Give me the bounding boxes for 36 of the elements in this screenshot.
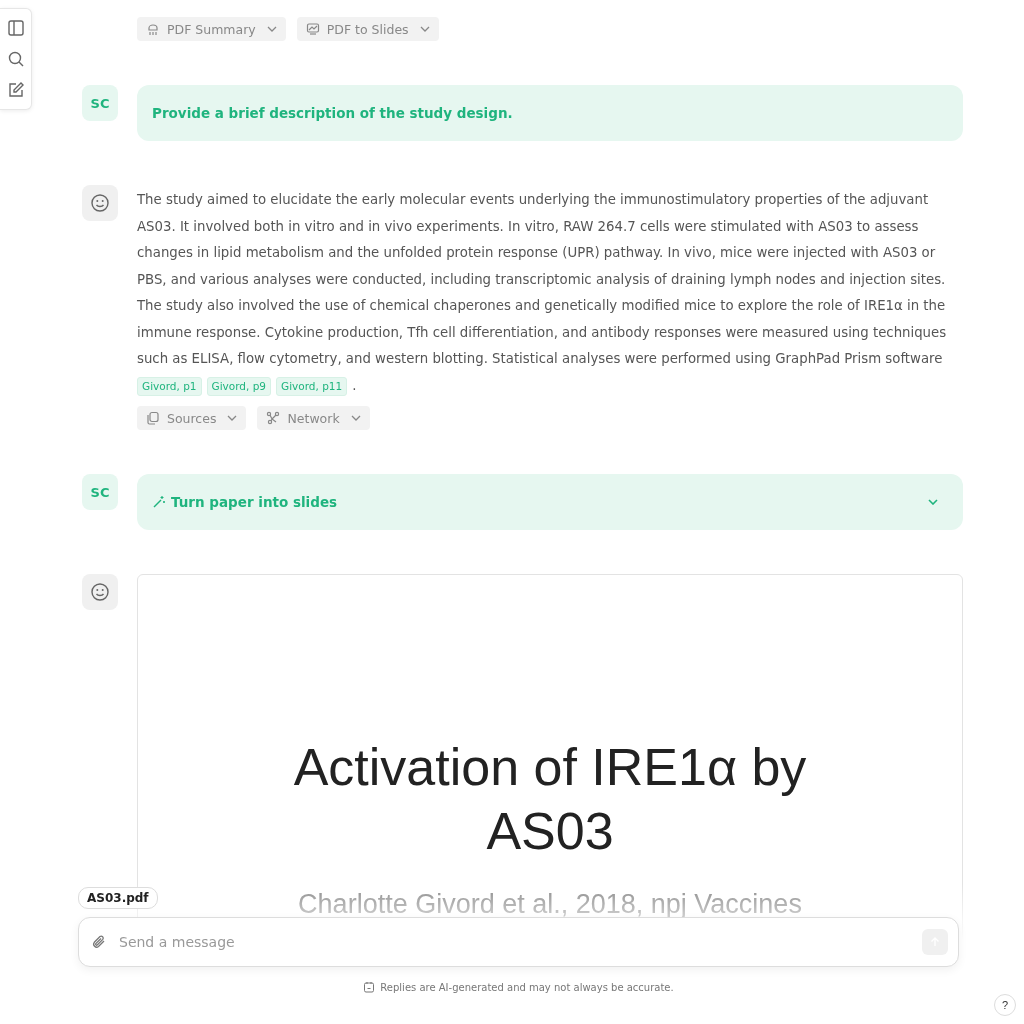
magic-wand-icon [152, 495, 166, 509]
action-button[interactable]: Network [257, 406, 370, 430]
citation-link[interactable]: Givord, p1 [137, 376, 202, 396]
disclaimer-text: Replies are AI-generated and may not always be accurate. [380, 981, 674, 993]
attachment-chip[interactable]: AS03.pdf [78, 887, 158, 909]
message-field[interactable]: Send a message [78, 917, 959, 967]
message-input[interactable]: Send a message [117, 933, 922, 951]
chevron-icon [227, 415, 238, 421]
search-icon[interactable] [6, 50, 25, 68]
chevron-icon [419, 26, 430, 32]
citation-link[interactable]: Givord, p11 [276, 376, 348, 396]
slide-subtitle: Charlotte Givord et al., 2018, npj Vaccines [298, 889, 802, 920]
edit-icon[interactable] [6, 80, 25, 99]
period-text: . [352, 377, 357, 393]
chevron-icon [928, 499, 938, 505]
clipboard-icon [363, 981, 376, 993]
smiley-icon [90, 582, 110, 602]
user-message: Provide a brief description of the study design. [137, 85, 963, 141]
command-message[interactable]: Turn paper into slides [137, 474, 963, 530]
smiley-icon [90, 193, 110, 213]
help-button[interactable]: ? [994, 994, 1016, 1016]
action-button[interactable]: PDF to Slides [296, 17, 439, 41]
sidebar-toggle-icon[interactable] [6, 19, 25, 38]
chevron-icon [266, 26, 277, 32]
user-avatar: SC [82, 85, 118, 121]
chevron-icon [350, 415, 361, 421]
user-avatar: SC [82, 474, 118, 510]
citation-link[interactable]: Givord, p9 [206, 376, 272, 396]
slide-title: Activation of IRE1α by AS03 [292, 737, 808, 862]
action-button[interactable]: PDF Summary [137, 17, 286, 41]
network-icon [266, 411, 281, 425]
answer-text: The study aimed to elucidate the early molecular events underlying the immunostimulatory properties of the adjuvant AS03. It involved both in vitro and in vivo experiments. In vitro, RAW 264.7 cells were stimulated with AS03 to assess changes in lipid metabolism and the unfolded protein response (UPR) pathway. In vivo, mice were injected with AS03 or PBS, and various analyses were conducted, including transcriptomic analysis of draining lymph nodes and injection sites. The study also involved the use of chemical chaperones and genetically modified mice to explore the role of IRE1α in the immune response. Cytokine production, Tfh cell differentiation, and antibody responses were measured using techniques such as ELISA, flow cytometry, and western blotting. Statistical analyses were performed using GraphPad Prism software [137, 192, 947, 366]
paperclip-icon [91, 934, 107, 950]
action-button[interactable]: Sources [137, 406, 247, 430]
slides-icon [305, 22, 320, 36]
copy-icon [146, 411, 160, 425]
